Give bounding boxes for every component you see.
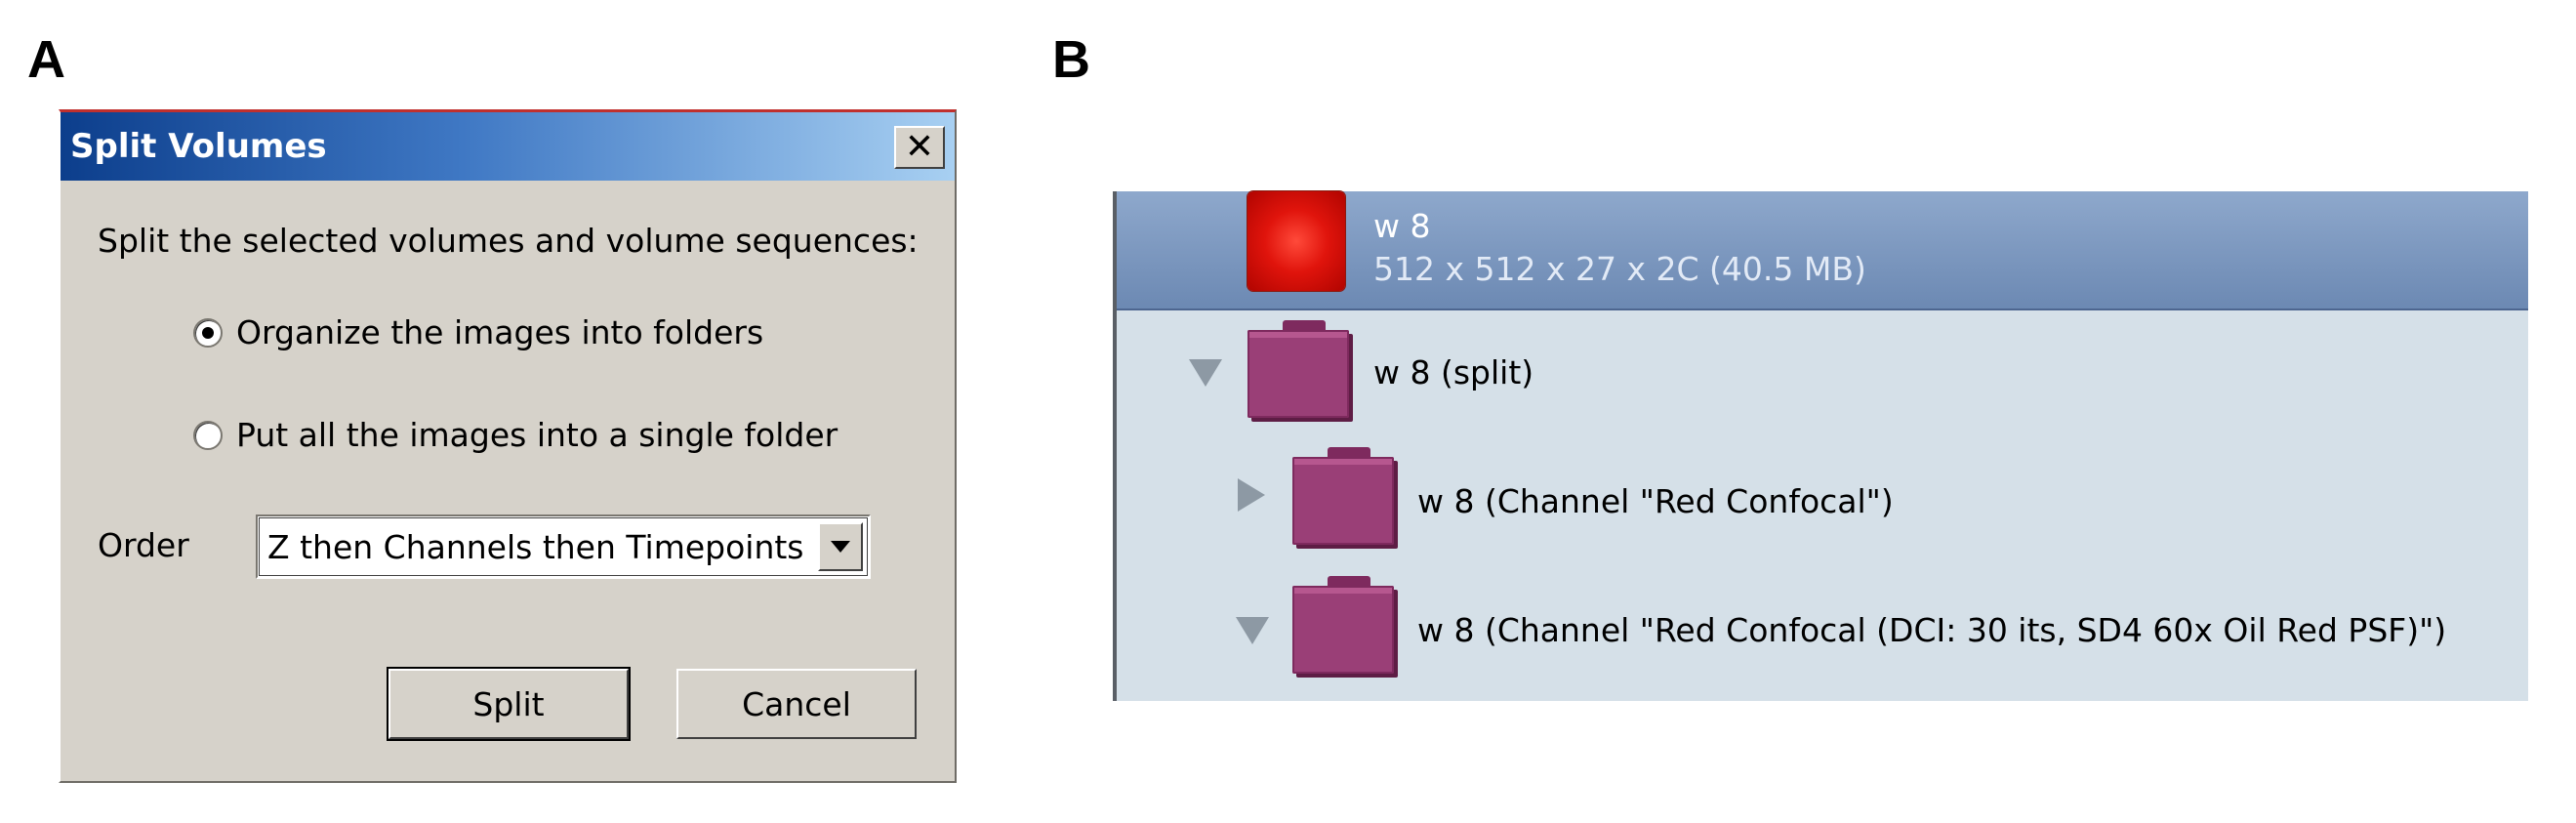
expand-triangle-down-icon[interactable] (1236, 617, 1269, 644)
order-label: Order (98, 526, 189, 564)
panel-label-a: A (27, 30, 65, 89)
close-button[interactable]: ✕ (894, 126, 945, 169)
folder-icon (1292, 447, 1398, 545)
dropdown-arrow-icon[interactable] (818, 522, 863, 571)
volume-name: w 8 (1373, 207, 1431, 245)
cancel-button[interactable]: Cancel (676, 669, 917, 739)
tree-row-label: w 8 (split) (1373, 353, 1534, 391)
radio-selected[interactable] (193, 317, 223, 348)
radio-organize-folders[interactable]: Organize the images into folders (193, 313, 763, 351)
order-dropdown-value: Z then Channels then Timepoints (267, 528, 804, 566)
panel-label-b: B (1052, 30, 1090, 89)
tree-row-channel-dci[interactable]: w 8 (Channel "Red Confocal (DCI: 30 its,… (1117, 566, 2528, 701)
volume-thumbnail (1247, 191, 1345, 291)
folder-icon (1292, 576, 1398, 674)
close-icon: ✕ (904, 127, 935, 167)
split-volumes-dialog: Split Volumes ✕ Split the selected volum… (59, 109, 957, 783)
library-tree: w 8 512 x 512 x 27 x 2C (40.5 MB) w 8 (s… (1113, 191, 2528, 701)
tree-row-volume-selected[interactable]: w 8 512 x 512 x 27 x 2C (40.5 MB) (1117, 191, 2528, 310)
order-dropdown[interactable]: Z then Channels then Timepoints (256, 514, 871, 579)
split-button[interactable]: Split (387, 667, 631, 741)
tree-row-label: w 8 (Channel "Red Confocal") (1417, 482, 1894, 520)
expand-triangle-down-icon[interactable] (1189, 359, 1222, 387)
dialog-prompt: Split the selected volumes and volume se… (98, 222, 919, 260)
radio-unselected[interactable] (193, 420, 223, 450)
radio-single-folder[interactable]: Put all the images into a single folder (193, 416, 838, 454)
radio-label-organize: Organize the images into folders (236, 313, 764, 351)
volume-size: 512 x 512 x 27 x 2C (40.5 MB) (1373, 250, 1866, 288)
expand-triangle-right-icon[interactable] (1238, 478, 1265, 512)
tree-row-channel-red-confocal[interactable]: w 8 (Channel "Red Confocal") (1117, 437, 2528, 566)
tree-row-label: w 8 (Channel "Red Confocal (DCI: 30 its,… (1417, 611, 2447, 649)
tree-row-split-folder[interactable]: w 8 (split) (1117, 309, 2528, 437)
folder-icon (1247, 320, 1353, 418)
dialog-title: Split Volumes (70, 127, 327, 166)
dialog-titlebar[interactable]: Split Volumes ✕ (61, 112, 955, 181)
radio-label-single: Put all the images into a single folder (236, 416, 838, 454)
